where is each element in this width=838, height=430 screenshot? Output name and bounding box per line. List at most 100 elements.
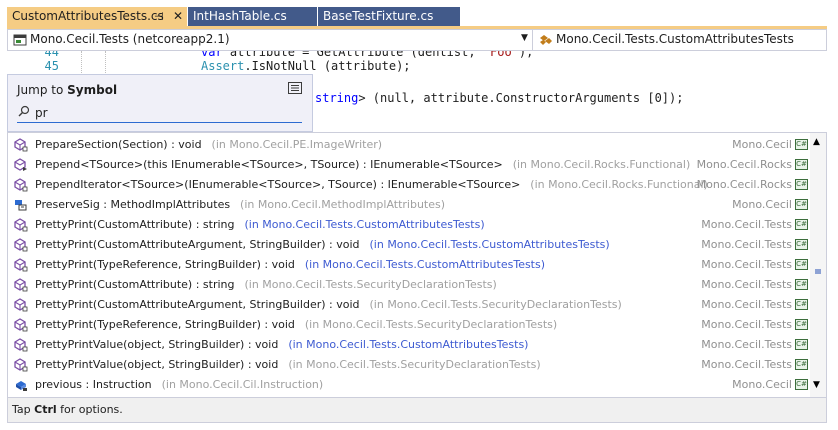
list-view-icon[interactable]: [288, 82, 302, 94]
tab-strip: CustomAttributesTests.cs ⊣ ✕ IntHashTabl…: [0, 0, 838, 29]
assembly-name: Mono.Cecil.Tests: [701, 238, 792, 251]
list-item[interactable]: PrettyPrint(CustomAttribute) : string (in…: [8, 215, 808, 235]
assembly-name: Mono.Cecil.Tests: [701, 358, 792, 371]
method-icon: [14, 338, 28, 352]
csharp-badge-icon: C#: [795, 359, 808, 370]
csharp-badge-icon: C#: [795, 319, 808, 330]
assembly-name: Mono.Cecil: [732, 138, 792, 151]
csharp-badge-icon: C#: [795, 159, 808, 170]
assembly-name: Mono.Cecil.Tests: [701, 338, 792, 351]
code-text: .IsNotNull (attribute);: [244, 59, 411, 73]
jump-to-symbol-panel: Jump to Symbol: [7, 74, 313, 132]
symbol-signature: PrettyPrint(TypeReference, StringBuilder…: [35, 258, 295, 271]
method-icon: [14, 218, 28, 232]
symbol-container: (in Mono.Cecil.Tests.CustomAttributesTes…: [369, 238, 610, 251]
field-icon: [14, 378, 28, 392]
method-icon: [14, 138, 28, 152]
symbol-container: (in Mono.Cecil.Tests.SecurityDeclaration…: [369, 298, 622, 311]
tab-int-hash-table[interactable]: IntHashTable.cs: [188, 7, 317, 26]
symbol-signature: PrependIterator<TSource>(IEnumerable<TSo…: [35, 178, 521, 191]
symbol-signature: previous : Instruction: [35, 378, 152, 391]
symbol-search-input[interactable]: [17, 103, 302, 123]
list-item[interactable]: PrettyPrint(CustomAttributeArgument, Str…: [8, 235, 808, 255]
csharp-badge-icon: C#: [795, 259, 808, 270]
assembly-name: Mono.Cecil: [732, 378, 792, 391]
tab-label: IntHashTable.cs: [193, 9, 287, 23]
tab-custom-attributes-tests[interactable]: CustomAttributesTests.cs ⊣ ✕: [7, 7, 187, 26]
assembly-name: Mono.Cecil.Tests: [701, 298, 792, 311]
assembly-name: Mono.Cecil.Tests: [701, 258, 792, 271]
csharp-badge-icon: C#: [795, 339, 808, 350]
code-line-47: string> (null, attribute.ConstructorArgu…: [315, 91, 683, 105]
enum-member-icon: [14, 198, 28, 212]
extension-method-icon: [14, 158, 28, 172]
symbol-container: (in Mono.Cecil.MethodImplAttributes): [240, 198, 446, 211]
list-item[interactable]: PrettyPrint(CustomAttribute) : string (in…: [8, 275, 808, 295]
tab-label: CustomAttributesTests.cs: [12, 9, 164, 23]
method-icon: [14, 318, 28, 332]
symbol-container: (in Mono.Cecil.Tests.CustomAttributesTes…: [244, 218, 485, 231]
assembly-name: Mono.Cecil.Rocks: [696, 178, 792, 191]
assembly-name: Mono.Cecil.Tests: [701, 218, 792, 231]
jump-title-bold: Symbol: [67, 83, 118, 97]
scrollbar-thumb[interactable]: [815, 269, 821, 274]
csharp-badge-icon: C#: [795, 299, 808, 310]
jump-title-prefix: Jump to: [17, 83, 68, 97]
method-icon: [14, 358, 28, 372]
status-suffix: for options.: [56, 403, 123, 416]
symbol-signature: PrettyPrint(CustomAttributeArgument, Str…: [35, 238, 360, 251]
list-item[interactable]: PrettyPrintValue(object, StringBuilder) …: [8, 335, 808, 355]
status-hint-bar: Tap Ctrl for options.: [7, 398, 827, 423]
project-dropdown[interactable]: Mono.Cecil.Tests (netcoreapp2.1) ▼: [8, 30, 533, 50]
status-prefix: Tap: [12, 403, 35, 416]
symbol-signature: PrettyPrint(CustomAttribute) : string: [35, 218, 235, 231]
close-icon[interactable]: ✕: [173, 7, 183, 26]
symbol-container: (in Mono.Cecil.Tests.SecurityDeclaration…: [304, 318, 558, 331]
csharp-badge-icon: C#: [795, 139, 808, 150]
symbol-signature: PrepareSection(Section) : void: [35, 138, 202, 151]
method-icon: [14, 298, 28, 312]
list-item[interactable]: PrettyPrint(CustomAttributeArgument, Str…: [8, 295, 808, 315]
symbol-container: (in Mono.Cecil.Tests.SecurityDeclaration…: [288, 358, 541, 371]
tab-label: BaseTestFixture.cs: [323, 9, 434, 23]
list-item[interactable]: PrepareSection(Section) : void (in Mono.C…: [8, 135, 808, 155]
list-item[interactable]: Prepend<TSource>(this IEnumerable<TSourc…: [8, 155, 808, 175]
jump-title: Jump to Symbol: [17, 83, 117, 97]
scroll-down-icon[interactable]: ▼: [813, 380, 820, 390]
method-icon: [14, 258, 28, 272]
list-item[interactable]: PrettyPrint(TypeReference, StringBuilder…: [8, 315, 808, 335]
project-name: Mono.Cecil.Tests (netcoreapp2.1): [30, 32, 230, 46]
list-item[interactable]: PreserveSig : MethodImplAttributes (in Mo…: [8, 195, 808, 215]
type-dropdown[interactable]: Mono.Cecil.Tests.CustomAttributesTests: [533, 30, 826, 50]
csharp-badge-icon: C#: [795, 379, 808, 390]
navigation-bar: Mono.Cecil.Tests (netcoreapp2.1) ▼ Mono.…: [7, 29, 827, 51]
list-item[interactable]: PrettyPrint(TypeReference, StringBuilder…: [8, 255, 808, 275]
symbol-signature: PrettyPrint(CustomAttributeArgument, Str…: [35, 298, 360, 311]
code-keyword: string: [315, 91, 359, 105]
symbol-signature: PrettyPrintValue(object, StringBuilder) …: [35, 338, 279, 351]
list-item[interactable]: PrependIterator<TSource>(IEnumerable<TSo…: [8, 175, 808, 195]
method-icon: [14, 238, 28, 252]
code-text: > (null, attribute.ConstructorArguments …: [358, 91, 684, 105]
tab-base-test-fixture[interactable]: BaseTestFixture.cs: [318, 7, 460, 26]
vertical-scrollbar[interactable]: ▲ ▼: [810, 133, 826, 397]
symbol-container: (in Mono.Cecil.Cil.Instruction): [161, 378, 324, 391]
list-item[interactable]: previous : Instruction (in Mono.Cecil.Cil…: [8, 375, 808, 395]
csharp-badge-icon: C#: [795, 199, 808, 210]
code-string: "Foo": [482, 51, 519, 59]
symbol-container: (in Mono.Cecil.Tests.CustomAttributesTes…: [288, 338, 529, 351]
symbol-signature: Prepend<TSource>(this IEnumerable<TSourc…: [35, 158, 503, 171]
symbol-results-list[interactable]: PrepareSection(Section) : void (in Mono.C…: [7, 132, 827, 398]
pin-icon[interactable]: ⊣: [154, 7, 164, 26]
scroll-up-icon[interactable]: ▲: [813, 137, 820, 147]
symbol-container: (in Mono.Cecil.Rocks.Functional): [512, 158, 691, 171]
chevron-down-icon: ▼: [521, 33, 528, 43]
assembly-name: Mono.Cecil.Tests: [701, 278, 792, 291]
line-number: 44: [44, 51, 59, 59]
symbol-container: (in Mono.Cecil.Tests.SecurityDeclaration…: [244, 278, 497, 291]
code-text: attribute = GetAttribute (dentist,: [222, 51, 483, 59]
assembly-name: Mono.Cecil.Tests: [701, 318, 792, 331]
symbol-signature: PrettyPrint(TypeReference, StringBuilder…: [35, 318, 295, 331]
csharp-badge-icon: C#: [795, 219, 808, 230]
list-item[interactable]: PrettyPrintValue(object, StringBuilder) …: [8, 355, 808, 375]
